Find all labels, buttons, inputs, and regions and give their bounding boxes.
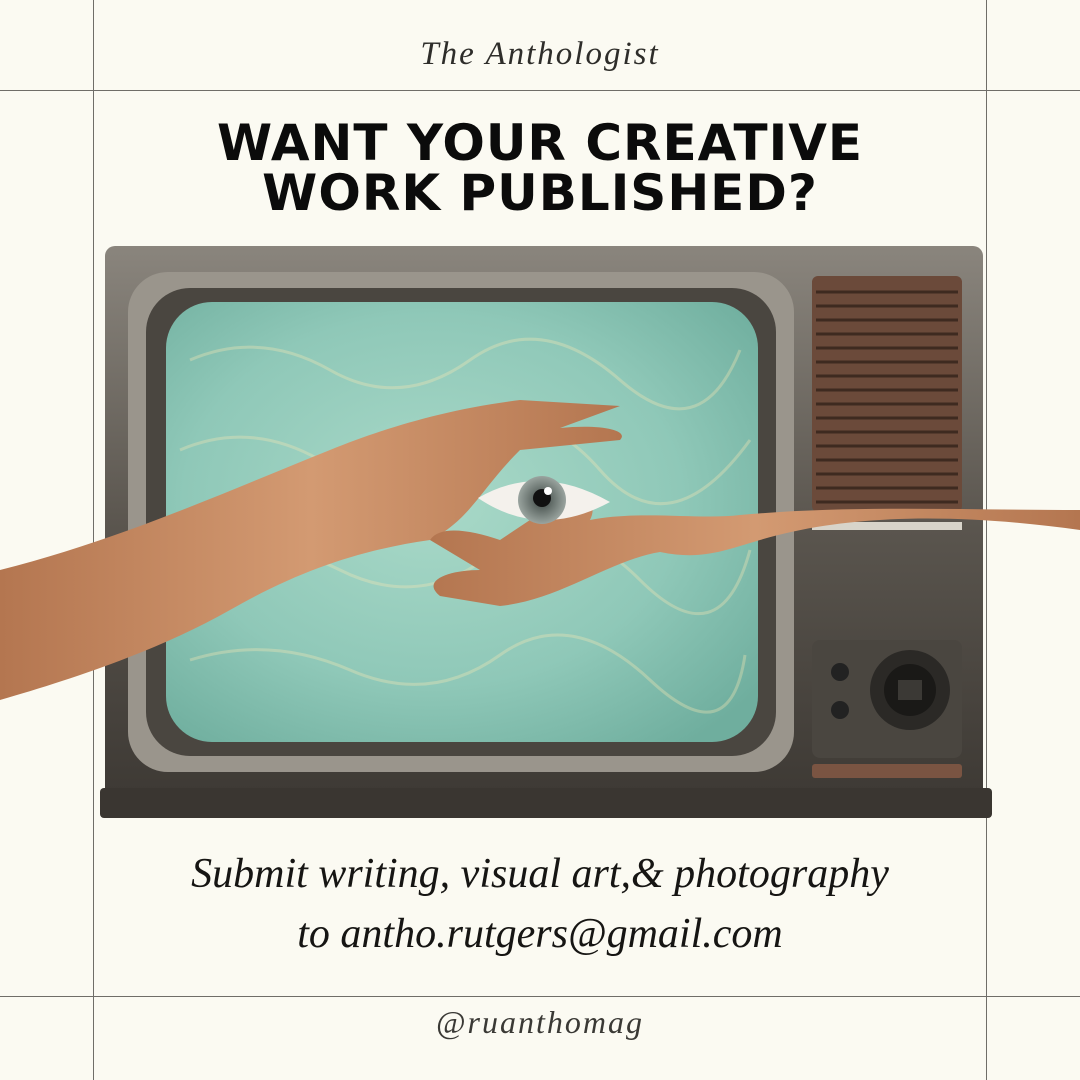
tv-knob-small-1 [831, 663, 849, 681]
cta-line-1: Submit writing, visual art,& photography [191, 851, 889, 897]
tv-hands-eye-illustration [0, 246, 1080, 818]
cta-line-2-email: to antho.rutgers@gmail.com [297, 911, 783, 957]
frame-line-top [0, 90, 1080, 91]
tv-knob-small-2 [831, 701, 849, 719]
tv-base [100, 788, 992, 818]
headline: WANT YOUR CREATIVE WORK PUBLISHED? [0, 118, 1080, 218]
headline-line-2: WORK PUBLISHED? [262, 164, 818, 222]
social-handle: @ruanthomag [436, 1004, 644, 1040]
brand-title: The Anthologist [420, 36, 660, 72]
headline-line-1: WANT YOUR CREATIVE [216, 114, 864, 172]
submission-call-to-action: Submit writing, visual art,& photography… [0, 844, 1080, 964]
tv-speaker-grille [812, 276, 962, 512]
frame-line-bottom [0, 996, 1080, 997]
